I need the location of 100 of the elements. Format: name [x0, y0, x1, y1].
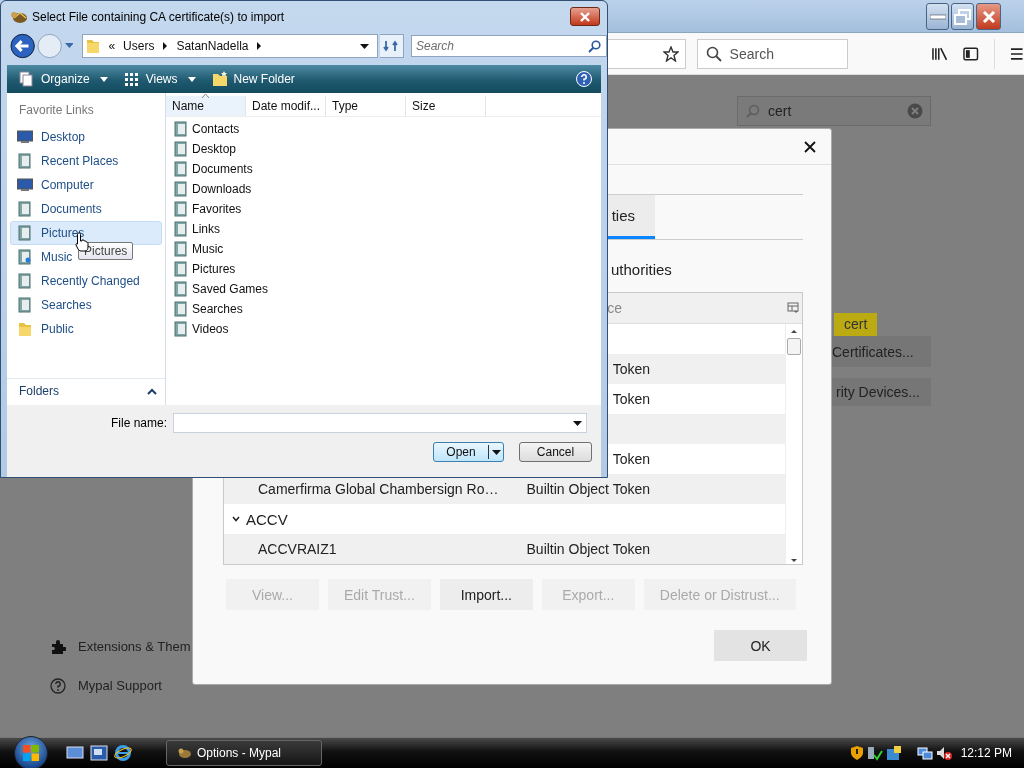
folder-item[interactable]: Contacts	[166, 119, 601, 139]
library-folder-icon	[173, 241, 189, 257]
search-icon	[705, 45, 722, 62]
favorite-link[interactable]: Searches	[10, 293, 97, 317]
favorite-link[interactable]: Computer	[10, 173, 99, 197]
help-icon[interactable]	[576, 71, 592, 87]
dropdown-arrow-icon[interactable]	[573, 421, 582, 426]
start-button[interactable]	[14, 736, 48, 768]
library-folder-icon	[17, 225, 33, 241]
minimize-button[interactable]	[926, 3, 949, 30]
breadcrumb[interactable]: «	[108, 39, 116, 53]
scroll-up-icon[interactable]	[790, 328, 798, 334]
security-device: Builtin Object Token	[526, 481, 650, 497]
breadcrumb-arrow-icon[interactable]	[162, 42, 169, 50]
scroll-down-icon[interactable]	[790, 558, 798, 564]
action-button[interactable]: Import...	[439, 579, 533, 610]
column-header[interactable]: Type	[326, 96, 406, 116]
folder-icon	[86, 38, 101, 54]
address-bar[interactable]: « Users SatanNadella	[82, 34, 378, 58]
folder-item[interactable]: Downloads	[166, 179, 601, 199]
library-folder-icon	[173, 201, 189, 217]
breadcrumb[interactable]: Users	[123, 39, 155, 53]
scrollbar-thumb[interactable]	[787, 338, 801, 355]
folder-item[interactable]: Desktop	[166, 139, 601, 159]
breadcrumb-arrow-icon[interactable]	[256, 42, 263, 50]
folder-item[interactable]: Saved Games	[166, 279, 601, 299]
sidebar-icon[interactable]	[963, 45, 979, 62]
menu-link[interactable]: Mypal Support	[78, 678, 162, 693]
dialog-button[interactable]: Cancel	[519, 442, 592, 462]
clock-text[interactable]: 12:12 PM	[960, 746, 1012, 760]
scrollbar[interactable]	[785, 324, 802, 564]
certificate-name[interactable]: Camerfirma Global Chambersign Ro…	[258, 481, 499, 497]
favorite-link[interactable]: Desktop	[10, 125, 91, 149]
folder-item[interactable]: Videos	[166, 319, 601, 339]
search-field[interactable]: Search	[696, 38, 848, 69]
column-picker-icon[interactable]	[787, 302, 799, 314]
folder-item[interactable]: Favorites	[166, 199, 601, 219]
favorite-link[interactable]: Pictures	[10, 221, 162, 245]
library-folder-icon	[173, 281, 189, 297]
library-folder-icon	[17, 153, 33, 169]
bookmark-star-icon[interactable]	[662, 45, 679, 62]
browser-icon[interactable]	[114, 744, 132, 762]
column-header[interactable]: Name	[166, 96, 246, 116]
dialog-button[interactable]: Open	[433, 442, 504, 462]
app-icon	[177, 746, 193, 760]
shield-icon[interactable]	[849, 745, 864, 761]
help-icon	[50, 677, 66, 694]
four-squares-icon	[21, 743, 41, 763]
menu-link[interactable]: Extensions & Them	[78, 639, 191, 654]
folder-item[interactable]: Links	[166, 219, 601, 239]
library-folder-icon	[17, 201, 33, 217]
certificate-name[interactable]: ACCVRAIZ1	[258, 541, 337, 557]
close-button[interactable]	[976, 3, 1001, 30]
toolbar-button[interactable]: Organize	[17, 71, 110, 87]
favorite-link[interactable]: Music	[10, 245, 78, 269]
search-field[interactable]: Search	[411, 35, 607, 57]
breadcrumb[interactable]: SatanNadella	[176, 39, 249, 53]
new-folder-icon	[211, 71, 228, 87]
monitor-icon	[17, 178, 33, 192]
favorite-link[interactable]: Public	[10, 317, 79, 341]
folder-icon	[17, 321, 33, 337]
address-field[interactable]	[608, 38, 686, 69]
folder-item[interactable]: Pictures	[166, 259, 601, 279]
library-folder-icon	[17, 249, 33, 265]
restore-button[interactable]	[951, 3, 974, 30]
folder-item[interactable]: Searches	[166, 299, 601, 319]
section-heading: uthorities	[611, 261, 672, 278]
tree-row[interactable]: Camerfirma Global Chambersign Ro… Builtin Object Token	[224, 474, 785, 504]
folders-toggle[interactable]: Folders	[7, 378, 165, 403]
folder-item[interactable]: Music	[166, 239, 601, 259]
history-dropdown-icon[interactable]	[64, 43, 74, 49]
favorite-link[interactable]: Recent Places	[10, 149, 124, 173]
menu-icon[interactable]	[1010, 46, 1024, 61]
column-header[interactable]: Size	[406, 96, 486, 116]
favorite-link[interactable]: Documents	[10, 197, 107, 221]
toolbar-button[interactable]: New Folder	[209, 71, 297, 87]
column-header[interactable]: Date modif...	[246, 96, 326, 116]
tree-row[interactable]: ACCV	[224, 504, 785, 534]
dropdown-arrow-icon[interactable]	[359, 43, 369, 49]
close-button[interactable]	[570, 7, 600, 26]
muted-speaker-icon[interactable]	[935, 745, 952, 761]
library-folder-icon	[173, 301, 189, 317]
refresh-button[interactable]	[379, 34, 404, 58]
toolbar-button[interactable]: Views	[121, 72, 198, 86]
close-icon	[579, 11, 591, 22]
back-button[interactable]	[10, 33, 36, 59]
group-name[interactable]: ACCV	[246, 510, 288, 528]
folder-item[interactable]: Documents	[166, 159, 601, 179]
file-name-field[interactable]	[173, 413, 587, 433]
library-icon[interactable]	[931, 45, 948, 62]
favorite-link[interactable]: Recently Changed	[10, 269, 145, 293]
find-field[interactable]: cert	[737, 96, 931, 126]
ok-button[interactable]: OK	[714, 630, 807, 661]
tree-row[interactable]: ACCVRAIZ1 Builtin Object Token	[224, 534, 785, 564]
field-label: File name:	[109, 416, 167, 430]
taskbar-button[interactable]: Options - Mypal	[166, 740, 322, 766]
security-device: Token	[612, 391, 650, 407]
show-desktop-icon[interactable]	[66, 745, 84, 761]
close-icon[interactable]	[804, 140, 816, 153]
chevron-icon[interactable]	[232, 515, 240, 523]
